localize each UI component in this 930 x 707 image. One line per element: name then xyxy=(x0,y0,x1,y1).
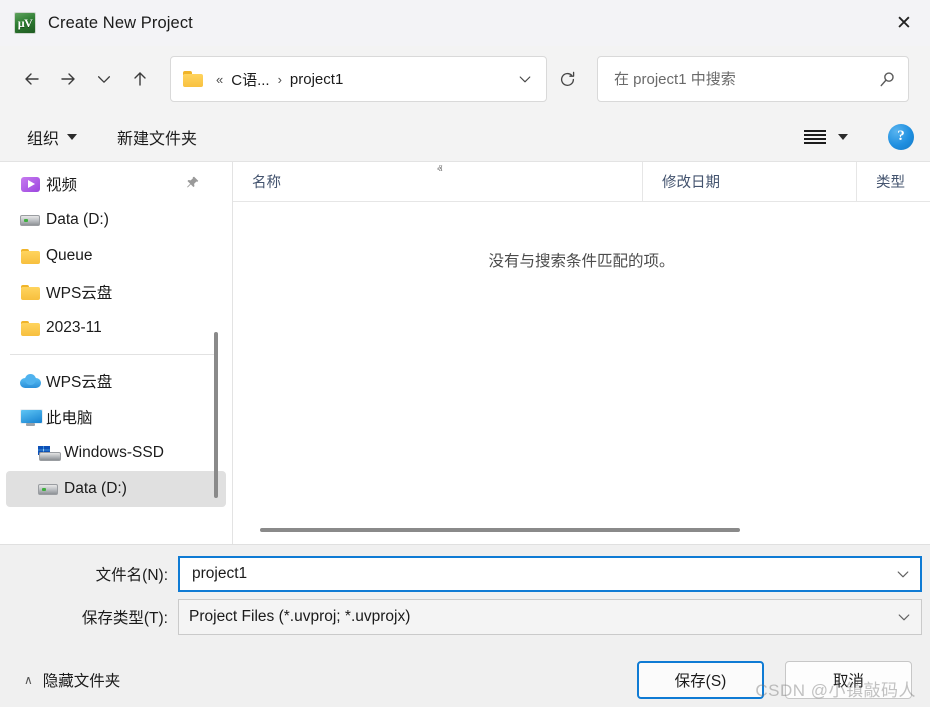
sidebar-item-label: WPS云盘 xyxy=(46,285,113,302)
filename-input[interactable] xyxy=(190,564,888,584)
filename-field[interactable] xyxy=(178,556,922,592)
dialog-footer: 文件名(N): 保存类型(T): Project Files (*.uvproj… xyxy=(0,544,930,707)
folder-icon xyxy=(183,71,203,87)
breadcrumb-item-0[interactable]: C语... xyxy=(227,66,273,93)
filename-label: 文件名(N): xyxy=(95,567,168,584)
new-folder-label: 新建文件夹 xyxy=(117,130,198,148)
file-list-horizontal-scrollbar[interactable] xyxy=(233,508,930,544)
sidebar-item-label: 视频 xyxy=(46,177,78,194)
sidebar-item-label: Windows-SSD xyxy=(64,444,164,461)
address-bar[interactable]: « C语... › project1 xyxy=(170,56,547,102)
search-icon[interactable] xyxy=(874,66,900,92)
sidebar-scrollbar-thumb[interactable] xyxy=(214,332,218,498)
column-header-type[interactable]: 类型 xyxy=(856,162,930,201)
folder-icon xyxy=(20,246,40,266)
uvision-icon-glyph: µV xyxy=(17,15,33,30)
up-button[interactable] xyxy=(122,61,158,97)
folder-icon xyxy=(20,318,40,338)
sidebar-item-label: WPS云盘 xyxy=(46,374,113,391)
column-header-type-label: 类型 xyxy=(876,175,905,191)
column-headers: 名称 ⱏ 修改日期 类型 xyxy=(233,162,930,202)
breadcrumb-item-1[interactable]: project1 xyxy=(286,68,347,91)
sidebar-item-2023-11[interactable]: 2023-11 xyxy=(6,310,226,346)
breadcrumb-overflow-icon[interactable]: « xyxy=(212,72,227,87)
view-chevron-down-icon[interactable] xyxy=(838,133,848,140)
ssd-drive-icon xyxy=(38,443,61,463)
column-header-date-modified[interactable]: 修改日期 xyxy=(642,162,856,201)
view-list-icon xyxy=(804,129,826,145)
breadcrumb-separator: › xyxy=(277,71,282,87)
navigation-bar: « C语... › project1 xyxy=(0,46,930,112)
sidebar-item-label: Data (D:) xyxy=(64,480,127,497)
video-folder-icon xyxy=(20,174,40,194)
sidebar-item-[interactable]: 视频 xyxy=(6,166,226,202)
sidebar-item-[interactable]: 此电脑 xyxy=(6,399,226,435)
sidebar-item-label: 此电脑 xyxy=(46,410,93,427)
file-list-pane: 名称 ⱏ 修改日期 类型 没有与搜索条件匹配的项。 xyxy=(232,162,930,544)
search-input[interactable] xyxy=(612,69,874,89)
hide-folders-label: 隐藏文件夹 xyxy=(42,673,121,690)
search-box[interactable] xyxy=(597,56,909,102)
sidebar-item-wps[interactable]: WPS云盘 xyxy=(6,363,226,399)
window-title: Create New Project xyxy=(48,13,193,32)
column-header-name[interactable]: 名称 ⱏ xyxy=(233,162,642,201)
sidebar-item-data-d[interactable]: Data (D:) xyxy=(6,202,226,238)
uvision-icon: µV xyxy=(14,12,36,34)
filename-chevron-down-icon[interactable] xyxy=(888,559,918,589)
sidebar-item-queue[interactable]: Queue xyxy=(6,238,226,274)
drive-icon xyxy=(20,210,40,230)
hide-folders-toggle[interactable]: ∧ 隐藏文件夹 xyxy=(18,665,126,695)
organize-button[interactable]: 组织 xyxy=(18,119,86,155)
address-chevron-down-icon[interactable] xyxy=(510,63,540,95)
folder-icon xyxy=(20,282,40,302)
close-icon[interactable]: ✕ xyxy=(878,0,930,46)
sidebar-item-data-d[interactable]: Data (D:) xyxy=(6,471,226,507)
this-pc-icon xyxy=(20,407,43,427)
organize-label: 组织 xyxy=(27,130,60,148)
chevron-up-icon: ∧ xyxy=(24,673,33,687)
navigation-sidebar: 视频 Data (D:) Queue WPS云盘 2023-11 WPS云盘此电脑 Wind… xyxy=(0,162,232,544)
sidebar-scrollbar[interactable] xyxy=(211,162,221,544)
cloud-icon xyxy=(20,371,41,391)
empty-message: 没有与搜索条件匹配的项。 xyxy=(488,253,675,270)
pin-icon[interactable] xyxy=(185,175,200,193)
back-button[interactable] xyxy=(14,61,50,97)
view-mode-button[interactable] xyxy=(798,124,854,150)
refresh-icon[interactable] xyxy=(547,56,587,102)
title-bar: µV Create New Project ✕ xyxy=(0,0,930,46)
cancel-button[interactable]: 取消 xyxy=(785,661,912,699)
filetype-value: Project Files (*.uvproj; *.uvprojx) xyxy=(189,608,411,625)
filename-row: 文件名(N): xyxy=(0,555,930,593)
filetype-chevron-down-icon[interactable] xyxy=(889,602,919,632)
sidebar-item-label: Data (D:) xyxy=(46,211,109,228)
drive-icon xyxy=(38,479,58,499)
sidebar-divider xyxy=(10,354,214,355)
column-header-date-label: 修改日期 xyxy=(662,175,720,191)
filetype-label: 保存类型(T): xyxy=(81,610,168,627)
help-icon[interactable]: ? xyxy=(888,123,914,150)
sidebar-groups: 视频 Data (D:) Queue WPS云盘 2023-11 WPS云盘此电脑 Wind… xyxy=(0,166,232,507)
create-new-project-dialog: µV Create New Project ✕ « C语... › projec… xyxy=(0,0,930,707)
sort-ascending-icon: ⱏ xyxy=(437,164,443,176)
command-bar: 组织 新建文件夹 ? xyxy=(0,112,930,161)
file-list-empty-area: 没有与搜索条件匹配的项。 xyxy=(233,202,930,508)
recent-locations-button[interactable] xyxy=(86,61,122,97)
sidebar-item-windows-ssd[interactable]: Windows-SSD xyxy=(6,435,226,471)
filetype-row: 保存类型(T): Project Files (*.uvproj; *.uvpr… xyxy=(0,598,930,636)
sidebar-item-label: 2023-11 xyxy=(46,319,102,336)
chevron-down-icon xyxy=(67,133,78,140)
column-header-name-label: 名称 xyxy=(252,175,281,191)
filetype-select[interactable]: Project Files (*.uvproj; *.uvprojx) xyxy=(178,599,922,635)
save-button[interactable]: 保存(S) xyxy=(637,661,764,699)
sidebar-item-label: Queue xyxy=(46,247,93,264)
file-list-horizontal-scrollbar-thumb[interactable] xyxy=(260,528,740,532)
dialog-action-row: ∧ 隐藏文件夹 保存(S) 取消 xyxy=(0,641,930,707)
sidebar-item-wps[interactable]: WPS云盘 xyxy=(6,274,226,310)
forward-button[interactable] xyxy=(50,61,86,97)
dialog-body: 视频 Data (D:) Queue WPS云盘 2023-11 WPS云盘此电脑 Wind… xyxy=(0,161,930,544)
new-folder-button[interactable]: 新建文件夹 xyxy=(108,119,206,155)
